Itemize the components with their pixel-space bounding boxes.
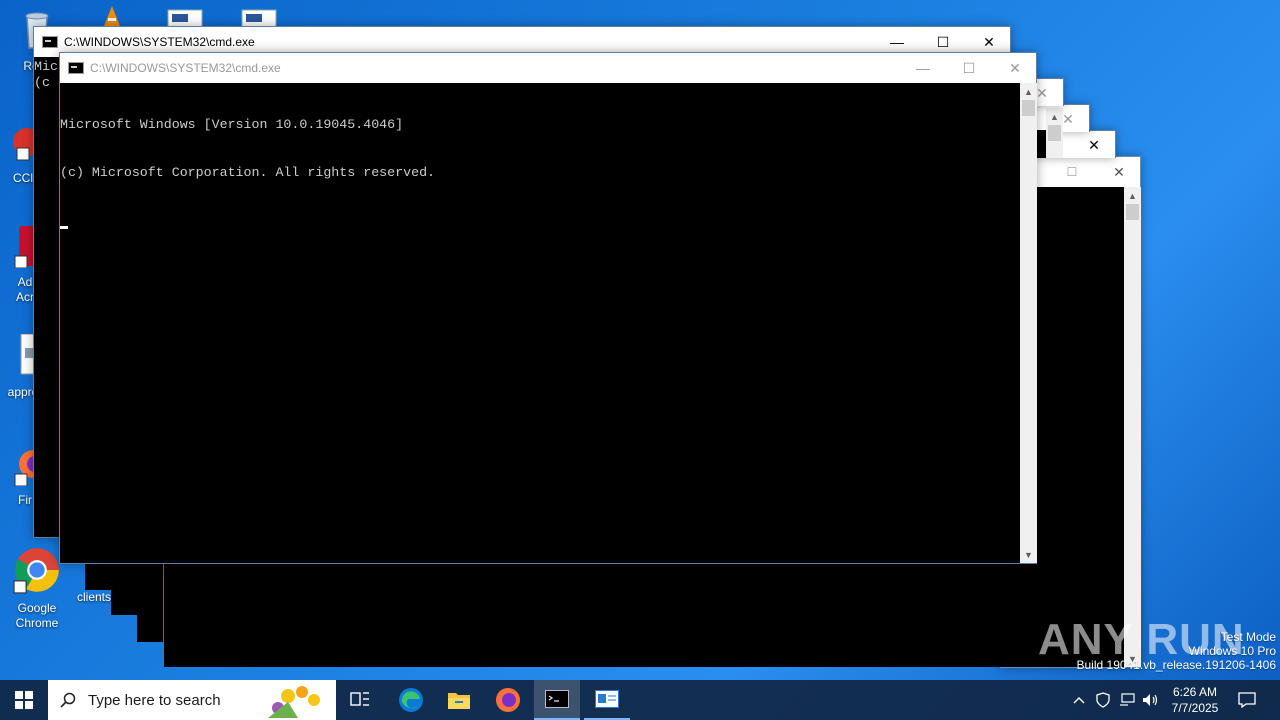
notification-icon [1238, 692, 1256, 708]
taskbar-search-box[interactable]: Type here to search [48, 680, 336, 720]
close-button[interactable]: ✕ [1071, 131, 1117, 159]
scroll-thumb[interactable] [1048, 125, 1061, 141]
vertical-scrollbar[interactable]: ▲ ▼ [1124, 187, 1141, 667]
console-window-shadow [111, 588, 163, 615]
title-bar[interactable]: C:\WINDOWS\SYSTEM32\cmd.exe — ☐ ✕ [60, 53, 1036, 83]
flowers-illustration-icon [268, 686, 320, 718]
search-icon [60, 692, 76, 708]
close-button[interactable]: ✕ [992, 53, 1038, 83]
cmd-window-front[interactable]: C:\WINDOWS\SYSTEM32\cmd.exe — ☐ ✕ Micros… [59, 52, 1037, 564]
console-output[interactable]: Microsoft Windows [Version 10.0.19045.40… [60, 83, 1020, 563]
maximize-button[interactable]: ☐ [946, 53, 992, 83]
cmd-icon [68, 62, 84, 74]
taskbar-clock[interactable]: 6:26 AM 7/7/2025 [1164, 680, 1226, 720]
speaker-icon [1143, 694, 1158, 706]
scroll-thumb[interactable] [1022, 100, 1035, 116]
task-view-icon [350, 692, 369, 706]
cmd-icon [545, 690, 569, 708]
clock-date: 7/7/2025 [1171, 701, 1219, 715]
console-window-shadow [137, 612, 163, 642]
tray-security-button[interactable] [1092, 680, 1114, 720]
task-view-button[interactable] [340, 680, 380, 720]
watermark-line: Build 19041.vb_release.191206-1406 [1076, 658, 1277, 672]
console-line: (c) Microsoft Corporation. All rights re… [60, 165, 436, 180]
clock-time: 6:26 AM [1172, 685, 1218, 699]
scroll-down-icon[interactable]: ▼ [1020, 546, 1037, 563]
action-center-button[interactable] [1232, 680, 1262, 720]
taskbar-cmd-button[interactable] [534, 680, 580, 720]
console-line: Microsoft Windows [Version 10.0.19045.40… [60, 117, 404, 132]
taskbar: Type here to search 6:26 AM 7/7/2025 [0, 680, 1280, 720]
vertical-scrollbar[interactable]: ▲ ▼ [1020, 83, 1037, 563]
firefox-icon [496, 688, 520, 712]
cmd-icon [42, 36, 58, 48]
watermark-line: Test Mode [1220, 630, 1276, 644]
vertical-scrollbar[interactable]: ▲ [1046, 108, 1063, 158]
console-window-shadow [85, 560, 163, 590]
show-hidden-icons-button[interactable] [1068, 680, 1090, 720]
window-title: C:\WINDOWS\SYSTEM32\cmd.exe [64, 35, 255, 49]
network-icon [1120, 693, 1135, 706]
start-button[interactable] [0, 680, 48, 720]
folder-icon [448, 693, 470, 709]
desktop-icon-label: Google Chrome [15, 601, 59, 630]
minimize-button[interactable]: — [900, 53, 946, 83]
windows-logo-icon [15, 691, 33, 709]
scroll-up-icon[interactable]: ▲ [1124, 187, 1141, 204]
scroll-thumb[interactable] [1126, 204, 1139, 220]
taskbar-app-button[interactable] [584, 680, 630, 720]
watermark-line: Windows 10 Pro [1188, 644, 1276, 658]
test-mode-watermark: Test Mode Windows 10 Pro Build 19041.vb_… [1040, 630, 1277, 672]
tray-volume-button[interactable] [1140, 680, 1162, 720]
google-chrome-icon [13, 548, 59, 594]
maximize-button[interactable]: ☐ [1049, 157, 1095, 187]
vlc-icon[interactable] [102, 4, 122, 28]
tray-network-button[interactable] [1116, 680, 1138, 720]
search-placeholder: Type here to search [88, 691, 221, 709]
scroll-up-icon[interactable]: ▲ [1020, 83, 1037, 100]
scroll-up-icon[interactable]: ▲ [1046, 108, 1063, 125]
shield-icon [1096, 692, 1110, 708]
close-button[interactable]: ✕ [1096, 157, 1142, 187]
taskbar-edge-button[interactable] [390, 680, 432, 720]
window-app-icon [595, 690, 619, 708]
taskbar-file-explorer-button[interactable] [438, 680, 480, 720]
console-cursor [60, 226, 68, 229]
window-title: C:\WINDOWS\SYSTEM32\cmd.exe [90, 61, 281, 75]
edge-icon [399, 688, 423, 712]
taskbar-firefox-button[interactable] [486, 680, 530, 720]
chevron-up-icon [1073, 697, 1085, 704]
